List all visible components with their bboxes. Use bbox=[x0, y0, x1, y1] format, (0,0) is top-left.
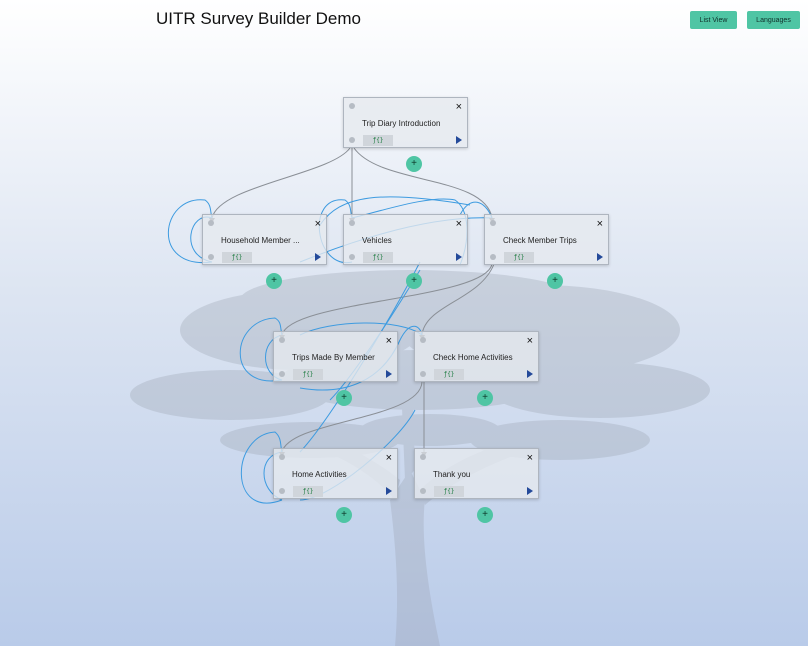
close-icon[interactable]: × bbox=[527, 453, 533, 464]
close-icon[interactable]: × bbox=[456, 102, 462, 113]
input-port[interactable] bbox=[420, 454, 426, 460]
close-icon[interactable]: × bbox=[456, 219, 462, 230]
node-check-member-trips[interactable]: × Check Member Trips ƒ{} bbox=[484, 214, 609, 265]
formula-button[interactable]: ƒ{} bbox=[293, 369, 323, 380]
add-node-button[interactable]: + bbox=[406, 156, 422, 172]
add-node-button[interactable]: + bbox=[336, 390, 352, 406]
formula-button[interactable]: ƒ{} bbox=[363, 135, 393, 146]
input-port[interactable] bbox=[349, 103, 355, 109]
formula-button[interactable]: ƒ{} bbox=[222, 252, 252, 263]
node-vehicles[interactable]: × Vehicles ƒ{} bbox=[343, 214, 468, 265]
edge-checkhome-homeact bbox=[281, 381, 423, 453]
input-port[interactable] bbox=[420, 337, 426, 343]
edge-intro-checktrips bbox=[353, 147, 493, 219]
node-label: Check Member Trips bbox=[503, 236, 577, 245]
play-icon[interactable] bbox=[315, 253, 321, 261]
node-label: Trips Made By Member bbox=[292, 353, 375, 362]
output-port[interactable] bbox=[420, 371, 426, 377]
node-label: Home Activities bbox=[292, 470, 347, 479]
node-trips-made-by-member[interactable]: × Trips Made By Member ƒ{} bbox=[273, 331, 398, 382]
close-icon[interactable]: × bbox=[315, 219, 321, 230]
node-household-member[interactable]: × Household Member ... ƒ{} bbox=[202, 214, 327, 265]
play-icon[interactable] bbox=[597, 253, 603, 261]
play-icon[interactable] bbox=[456, 136, 462, 144]
formula-button[interactable]: ƒ{} bbox=[363, 252, 393, 263]
output-port[interactable] bbox=[279, 371, 285, 377]
input-port[interactable] bbox=[279, 454, 285, 460]
node-label: Trip Diary Introduction bbox=[362, 119, 441, 128]
output-port[interactable] bbox=[420, 488, 426, 494]
play-icon[interactable] bbox=[527, 487, 533, 495]
input-port[interactable] bbox=[208, 220, 214, 226]
formula-button[interactable]: ƒ{} bbox=[504, 252, 534, 263]
output-port[interactable] bbox=[279, 488, 285, 494]
output-port[interactable] bbox=[208, 254, 214, 260]
formula-button[interactable]: ƒ{} bbox=[293, 486, 323, 497]
add-node-button[interactable]: + bbox=[406, 273, 422, 289]
node-thank-you[interactable]: × Thank you ƒ{} bbox=[414, 448, 539, 499]
input-port[interactable] bbox=[279, 337, 285, 343]
close-icon[interactable]: × bbox=[386, 453, 392, 464]
output-port[interactable] bbox=[490, 254, 496, 260]
input-port[interactable] bbox=[490, 220, 496, 226]
play-icon[interactable] bbox=[456, 253, 462, 261]
node-home-activities[interactable]: × Home Activities ƒ{} bbox=[273, 448, 398, 499]
play-icon[interactable] bbox=[386, 370, 392, 378]
close-icon[interactable]: × bbox=[527, 336, 533, 347]
node-trip-diary-introduction[interactable]: × Trip Diary Introduction ƒ{} bbox=[343, 97, 468, 148]
node-label: Thank you bbox=[433, 470, 471, 479]
node-check-home-activities[interactable]: × Check Home Activities ƒ{} bbox=[414, 331, 539, 382]
add-node-button[interactable]: + bbox=[336, 507, 352, 523]
play-icon[interactable] bbox=[386, 487, 392, 495]
play-icon[interactable] bbox=[527, 370, 533, 378]
node-label: Vehicles bbox=[362, 236, 392, 245]
formula-button[interactable]: ƒ{} bbox=[434, 486, 464, 497]
add-node-button[interactable]: + bbox=[547, 273, 563, 289]
node-label: Check Home Activities bbox=[433, 353, 513, 362]
node-label: Household Member ... bbox=[221, 236, 300, 245]
close-icon[interactable]: × bbox=[386, 336, 392, 347]
formula-button[interactable]: ƒ{} bbox=[434, 369, 464, 380]
output-port[interactable] bbox=[349, 254, 355, 260]
output-port[interactable] bbox=[349, 137, 355, 143]
add-node-button[interactable]: + bbox=[477, 507, 493, 523]
input-port[interactable] bbox=[349, 220, 355, 226]
add-node-button[interactable]: + bbox=[477, 390, 493, 406]
close-icon[interactable]: × bbox=[597, 219, 603, 230]
add-node-button[interactable]: + bbox=[266, 273, 282, 289]
edge-intro-household bbox=[211, 147, 351, 219]
